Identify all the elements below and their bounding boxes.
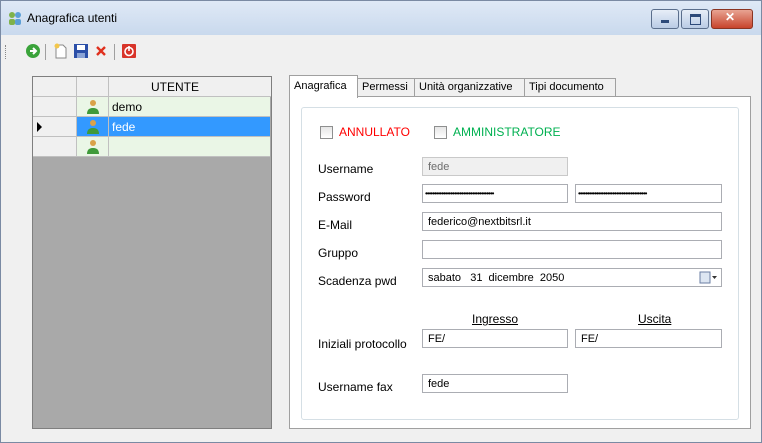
row-username-cell[interactable]: fede [109, 117, 270, 137]
tab-panel-anagrafica: ANNULLATO AMMINISTRATORE Username fede P… [289, 96, 751, 429]
user-icon [87, 120, 99, 134]
column-header-label: UTENTE [151, 80, 199, 94]
toolbar [1, 35, 761, 63]
grid-header-icon-column [77, 77, 109, 97]
amministratore-label: AMMINISTRATORE [453, 125, 561, 139]
tab-tipi-documento[interactable]: Tipi documento [524, 78, 616, 97]
grid-column-header-utente[interactable]: UTENTE [109, 77, 271, 97]
user-icon [87, 100, 99, 114]
username-field[interactable]: fede [422, 157, 568, 176]
username-label: Username [318, 162, 374, 176]
toolbar-separator [114, 44, 115, 60]
amministratore-checkbox[interactable] [434, 126, 447, 139]
minimize-button[interactable] [651, 9, 679, 29]
uscita-header: Uscita [638, 312, 672, 326]
username-fax-label: Username fax [318, 380, 393, 394]
users-icon [9, 12, 21, 25]
password-label: Password [318, 190, 371, 204]
row-icon-cell [77, 117, 109, 137]
tab-unita-organizzative[interactable]: Unità organizzative [414, 78, 525, 97]
new-document-icon[interactable] [53, 43, 69, 59]
annullato-label: ANNULLATO [339, 125, 410, 139]
current-row-arrow-icon [37, 122, 42, 132]
maximize-button[interactable] [681, 9, 709, 29]
annullato-checkbox[interactable] [320, 126, 333, 139]
row-header[interactable] [33, 117, 77, 137]
window-close-button[interactable] [711, 9, 753, 29]
email-label: E-Mail [318, 218, 353, 232]
gruppo-label: Gruppo [318, 246, 359, 260]
table-row[interactable] [33, 137, 271, 157]
gruppo-field[interactable] [422, 240, 722, 259]
main-window: Anagrafica utenti UTE [0, 0, 762, 443]
calendar-dropdown-icon[interactable] [699, 271, 718, 284]
table-row[interactable]: demo [33, 97, 271, 117]
red-power-icon[interactable] [121, 43, 137, 59]
green-arrow-circle-icon[interactable] [25, 43, 41, 59]
username-fax-field[interactable]: fede [422, 374, 568, 393]
tab-anagrafica[interactable]: Anagrafica [289, 75, 358, 98]
floppy-disk-icon[interactable] [73, 43, 89, 59]
password-field[interactable]: •••••••••••••••••••••••••••••••••••••• [422, 184, 568, 203]
form-group: ANNULLATO AMMINISTRATORE Username fede P… [301, 107, 739, 420]
row-username-cell[interactable]: demo [109, 97, 270, 117]
tab-permessi[interactable]: Permessi [357, 78, 415, 97]
table-row[interactable]: fede [33, 117, 271, 137]
password-confirm-field[interactable]: •••••••••••••••••••••••••••••••••••••• [575, 184, 722, 203]
grid-header-corner [33, 77, 77, 97]
grid-header: UTENTE [33, 77, 271, 97]
iniziali-uscita-field[interactable]: FE/ [575, 329, 722, 348]
user-icon [87, 140, 99, 154]
iniziali-protocollo-label: Iniziali protocollo [318, 337, 407, 351]
email-field[interactable]: federico@nextbitsrl.it [422, 212, 722, 231]
toolbar-separator [45, 44, 46, 60]
toolbar-grip [5, 45, 9, 59]
window-title: Anagrafica utenti [27, 11, 118, 25]
row-header[interactable] [33, 137, 77, 157]
scadenza-datepicker[interactable]: sabato 31 dicembre 2050 [422, 268, 722, 287]
ingresso-header: Ingresso [472, 312, 519, 326]
title-bar: Anagrafica utenti [1, 1, 761, 35]
scadenza-label: Scadenza pwd [318, 274, 397, 288]
users-grid[interactable]: UTENTE demo fede [32, 76, 272, 429]
row-username-cell[interactable] [109, 137, 270, 157]
row-icon-cell [77, 97, 109, 117]
row-icon-cell [77, 137, 109, 157]
iniziali-ingresso-field[interactable]: FE/ [422, 329, 568, 348]
row-header[interactable] [33, 97, 77, 117]
red-x-icon[interactable] [93, 43, 109, 59]
